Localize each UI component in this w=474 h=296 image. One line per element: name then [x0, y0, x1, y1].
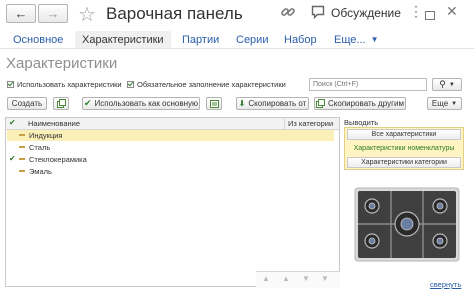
create-button[interactable]: Создать	[7, 97, 47, 110]
tab-set[interactable]: Набор	[284, 31, 317, 48]
header-divider	[284, 118, 285, 129]
link-icon[interactable]	[280, 4, 296, 20]
list-icon	[209, 99, 219, 108]
use-as-main-button[interactable]: ✔ Использовать как основную	[82, 97, 200, 110]
required-fill-option[interactable]: Обязательное заполнение характеристики	[127, 80, 286, 89]
side-panel-title: Выводить	[344, 118, 379, 127]
dropdown-arrow-icon: ▼	[448, 81, 455, 88]
forward-button[interactable]: →	[38, 4, 68, 23]
header-from-category[interactable]: Из категории	[288, 119, 333, 128]
arrow-right-icon: →	[46, 6, 60, 21]
table-row[interactable]: ✔ Стеклокерамика	[7, 154, 334, 165]
search-button[interactable]: ⚲ ▼	[432, 78, 462, 91]
favorite-star-icon[interactable]: ☆	[78, 2, 96, 27]
more-label: Еще	[431, 99, 449, 108]
collapse-link[interactable]: свернуть	[430, 280, 461, 289]
option-category-characteristics[interactable]: Характеристики категории	[347, 157, 461, 168]
row-check-icon: ✔	[9, 154, 16, 163]
copy-from-button[interactable]: ⬇ Скопировать от	[236, 97, 309, 110]
item-marker-icon	[19, 158, 25, 160]
list-settings-button[interactable]	[206, 97, 222, 110]
option-all-characteristics[interactable]: Все характеристики	[347, 129, 461, 140]
copy-icon	[56, 99, 66, 108]
table-row[interactable]: Сталь	[7, 142, 334, 153]
product-image	[354, 187, 460, 262]
tab-more-label: Еще...	[334, 33, 366, 46]
required-fill-checkbox[interactable]	[127, 81, 134, 88]
discussion-label[interactable]: Обсуждение	[331, 6, 401, 20]
tab-characteristics[interactable]: Характеристики	[75, 31, 171, 48]
tab-main[interactable]: Основное	[13, 31, 63, 48]
copy-item-button[interactable]	[53, 97, 69, 110]
tab-series[interactable]: Серии	[236, 31, 268, 48]
copy-to-others-button[interactable]: Скопировать другим	[314, 97, 406, 110]
table-row[interactable]: Индукция	[7, 130, 334, 141]
checkmark-icon: ✔	[83, 98, 92, 108]
copy-to-icon	[316, 99, 326, 108]
tab-batches[interactable]: Партии	[182, 31, 219, 48]
item-marker-icon	[19, 146, 25, 148]
use-characteristics-option[interactable]: Использовать характеристики	[7, 80, 122, 89]
option-nomenclature-characteristics[interactable]: Характеристики номенклатуры	[347, 143, 461, 154]
row-name: Индукция	[29, 131, 63, 140]
back-button[interactable]: ←	[6, 4, 36, 23]
use-as-main-label: Использовать как основную	[94, 99, 199, 108]
search-icon: ⚲	[439, 79, 446, 89]
item-marker-icon	[19, 170, 25, 172]
required-fill-label: Обязательное заполнение характеристики	[137, 80, 286, 89]
header-name[interactable]: Наименование	[28, 119, 80, 128]
section-title: Характеристики	[6, 55, 118, 72]
scroll-top-icon[interactable]: ▲	[262, 274, 270, 283]
more-vert-icon[interactable]: ⋮	[409, 4, 423, 18]
chevron-down-icon: ▼	[370, 35, 379, 44]
row-name: Стеклокерамика	[29, 155, 87, 164]
page-title: Варочная панель	[106, 4, 243, 23]
tab-more[interactable]: Еще... ▼	[334, 31, 378, 48]
header-check-icon: ✔	[9, 118, 16, 127]
row-name: Эмаль	[29, 167, 52, 176]
arrow-left-icon: ←	[14, 6, 28, 21]
window-restore-icon[interactable]	[425, 7, 435, 20]
use-characteristics-checkbox[interactable]	[7, 81, 14, 88]
table-row[interactable]: Эмаль	[7, 166, 334, 177]
tabs-divider	[0, 48, 474, 49]
row-name: Сталь	[29, 143, 51, 152]
search-input[interactable]	[309, 78, 427, 91]
use-characteristics-label: Использовать характеристики	[17, 80, 122, 89]
table-header: ✔ Наименование Из категории	[6, 118, 339, 130]
scroll-up-icon[interactable]: ▲	[282, 274, 290, 283]
copy-to-others-label: Скопировать другим	[328, 99, 404, 108]
arrow-down-icon: ⬇	[238, 99, 246, 108]
scroll-down-icon[interactable]: ▼	[302, 274, 310, 283]
scroll-bottom-icon[interactable]: ▼	[321, 274, 329, 283]
copy-from-label: Скопировать от	[248, 99, 307, 108]
item-marker-icon	[19, 134, 25, 136]
close-icon[interactable]: ✕	[446, 3, 458, 20]
chevron-down-icon: ▼	[451, 100, 458, 107]
more-button[interactable]: Еще ▼	[427, 97, 462, 110]
discussion-icon[interactable]	[311, 5, 325, 20]
